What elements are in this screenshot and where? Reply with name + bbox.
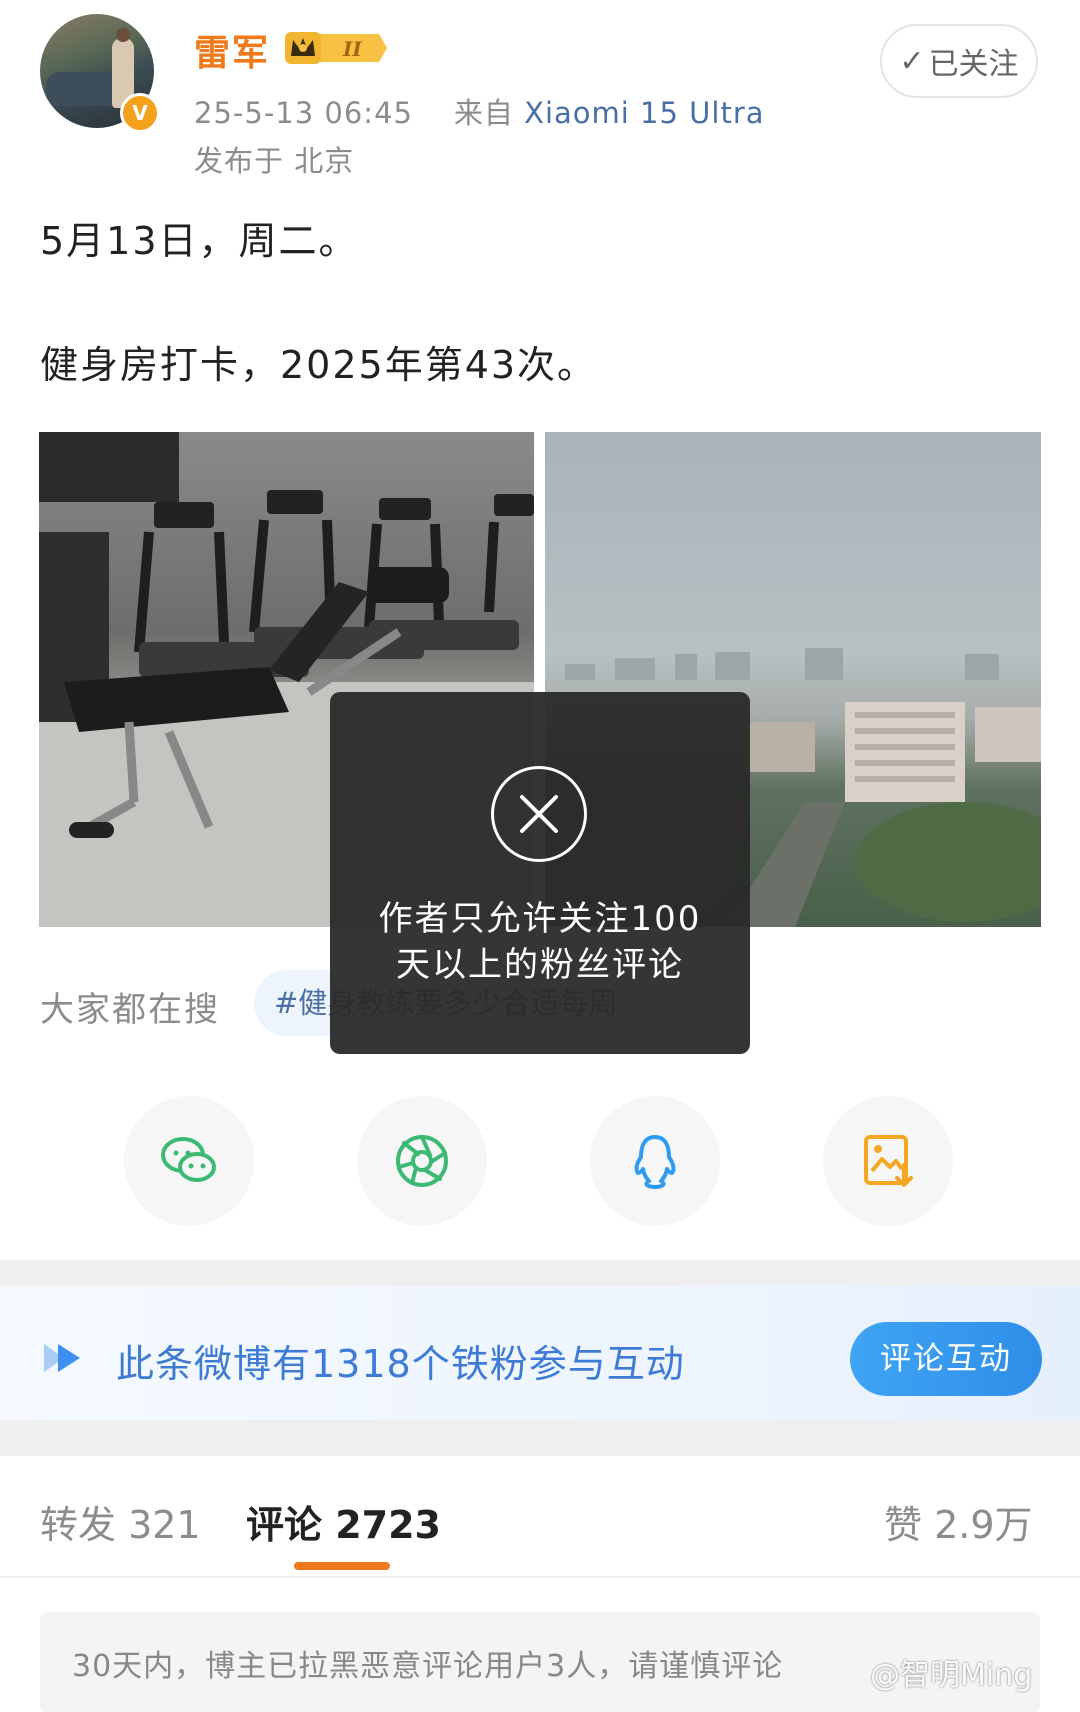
vip-level-icon: II	[285, 32, 387, 64]
source-prefix: 来自	[453, 96, 514, 130]
qq-icon	[634, 1135, 676, 1189]
section-divider	[0, 1420, 1080, 1456]
active-tab-indicator	[294, 1562, 390, 1570]
post-meta: 25-5-13 06:45 来自 Xiaomi 15 Ultra	[194, 90, 765, 132]
trending-search-label: 大家都在搜	[40, 990, 220, 1030]
wechat-icon	[161, 1137, 216, 1182]
share-qq-button[interactable]	[590, 1096, 720, 1226]
watermark: @智明Ming	[870, 1658, 1033, 1693]
tab-divider	[0, 1576, 1080, 1578]
block-notice-text: 30天内，博主已拉黑恶意评论用户3人，请谨慎评论	[72, 1649, 784, 1684]
comment-restricted-toast: 作者只允许关注100 天以上的粉丝评论	[330, 692, 750, 1054]
moments-icon	[396, 1135, 448, 1187]
tab-like[interactable]: 赞 2.9万	[884, 1494, 1033, 1549]
post-location: 发布于 北京	[194, 144, 355, 178]
post-time: 25-5-13 06:45	[194, 96, 413, 130]
share-moments-button[interactable]	[357, 1096, 487, 1226]
play-arrows-icon	[44, 1344, 80, 1372]
device-link[interactable]: Xiaomi 15 Ultra	[524, 96, 764, 130]
username[interactable]: 雷军	[194, 24, 270, 76]
svg-text:II: II	[342, 37, 362, 61]
verified-badge-icon: V	[120, 93, 160, 133]
follow-button[interactable]: ✓ 已关注	[880, 24, 1038, 98]
save-image-button[interactable]	[823, 1096, 953, 1226]
post-text-line-2: 健身房打卡，2025年第43次。	[40, 343, 598, 387]
save-image-icon	[864, 1135, 913, 1187]
close-icon	[491, 766, 587, 862]
follow-label: 已关注	[928, 47, 1019, 82]
section-divider	[0, 1260, 1080, 1286]
post-text-line-1: 5月13日，周二。	[40, 219, 359, 263]
share-wechat-button[interactable]	[124, 1096, 254, 1226]
tab-comment[interactable]: 评论 2723	[246, 1494, 441, 1549]
tab-repost[interactable]: 转发 321	[40, 1494, 201, 1549]
comment-interact-button[interactable]: 评论互动	[850, 1322, 1042, 1396]
iron-fan-text: 此条微博有1318个铁粉参与互动	[116, 1342, 685, 1386]
check-icon: ✓	[899, 43, 925, 79]
toast-message: 作者只允许关注100 天以上的粉丝评论	[378, 899, 702, 985]
